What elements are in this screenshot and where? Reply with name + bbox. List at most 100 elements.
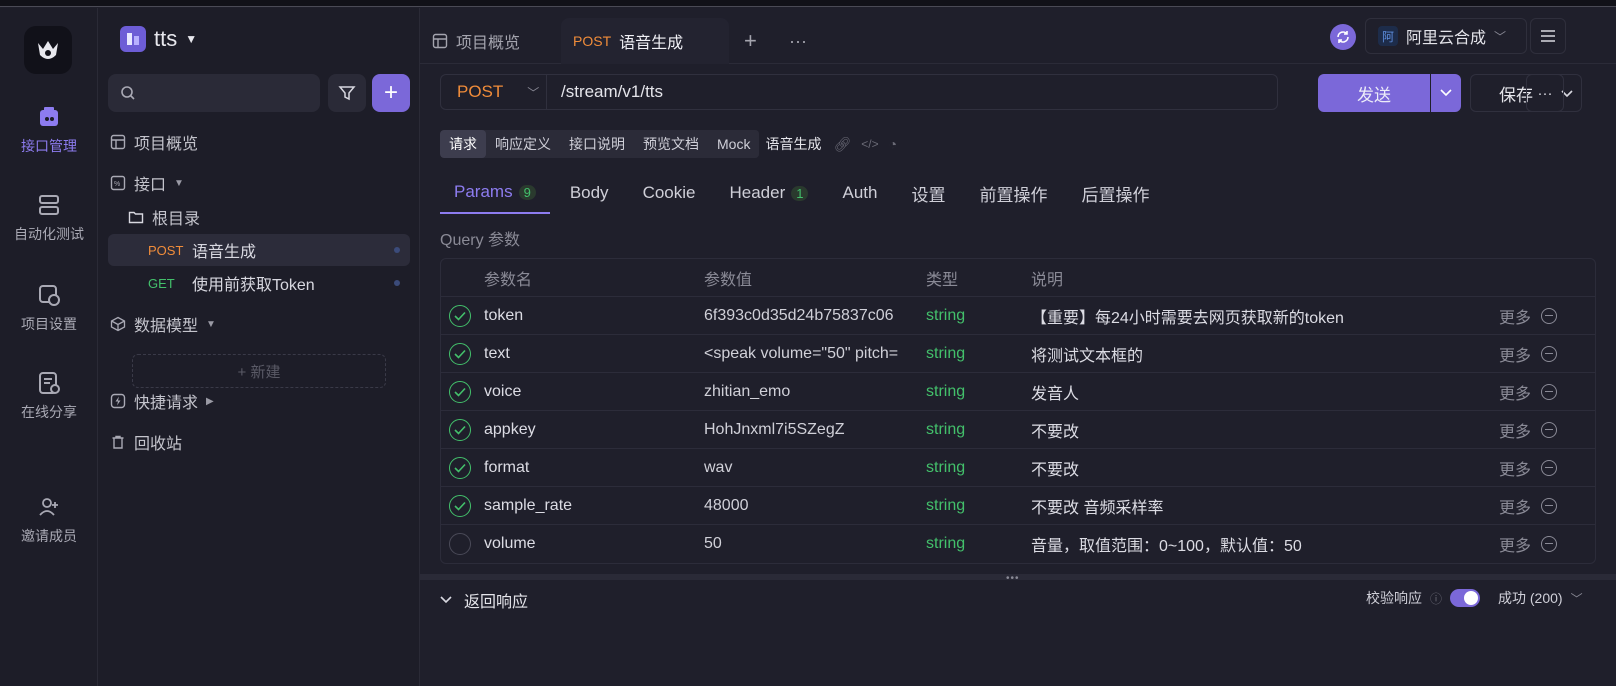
param-name[interactable]: sample_rate (484, 497, 572, 515)
remove-icon[interactable] (1541, 346, 1557, 362)
enable-checkbox[interactable] (449, 419, 471, 441)
verify-toggle[interactable] (1450, 589, 1481, 607)
more-link[interactable]: 更多 (1499, 418, 1531, 442)
param-desc[interactable]: 【重要】每24小时需要去网页获取新的token (1031, 304, 1344, 328)
param-name[interactable]: text (484, 345, 510, 363)
tab-params[interactable]: Params 9 (440, 172, 550, 214)
remove-icon[interactable] (1541, 308, 1557, 324)
param-name[interactable]: appkey (484, 421, 536, 439)
remove-icon[interactable] (1541, 422, 1557, 438)
remove-icon[interactable] (1541, 460, 1557, 476)
param-name[interactable]: volume (484, 535, 536, 553)
tab-cookie[interactable]: Cookie (629, 172, 710, 214)
tab-body[interactable]: Body (556, 172, 623, 214)
new-model-button[interactable]: + 新建 (132, 354, 386, 388)
param-name[interactable]: voice (484, 383, 521, 401)
param-desc[interactable]: 不要改 音频采样率 (1031, 494, 1163, 518)
remove-icon[interactable] (1541, 536, 1557, 552)
rail-item-automation[interactable]: 自动化测试 (0, 192, 98, 244)
tab-pre-script[interactable]: 前置操作 (965, 172, 1061, 214)
param-desc[interactable]: 不要改 (1031, 456, 1079, 480)
param-value[interactable]: 6f393c0d35d24b75837c06 (704, 307, 916, 325)
tab-settings[interactable]: 设置 (897, 172, 959, 214)
nav-overview[interactable]: 项目概览 (110, 130, 198, 154)
more-link[interactable]: 更多 (1499, 494, 1531, 518)
tab-overview[interactable]: 项目概览 (420, 18, 532, 64)
send-button[interactable]: 发送 (1318, 74, 1430, 112)
param-name[interactable]: format (484, 459, 529, 477)
seg-doc[interactable]: 接口说明 (560, 130, 634, 158)
tab-auth[interactable]: Auth (828, 172, 891, 214)
seg-mock[interactable]: Mock (708, 130, 760, 158)
enable-checkbox[interactable] (449, 381, 471, 403)
more-link[interactable]: 更多 (1499, 380, 1531, 404)
param-type[interactable]: string (926, 383, 965, 401)
link-icon[interactable]: 🔗︎ (833, 136, 851, 153)
nav-api[interactable]: % 接口 ▼ (110, 171, 184, 195)
tab-more-button[interactable]: ··· (777, 18, 819, 64)
search-input[interactable] (108, 74, 320, 112)
more-link[interactable]: 更多 (1499, 532, 1531, 556)
param-type[interactable]: string (926, 307, 965, 325)
project-switcher[interactable]: tts ▼ (120, 26, 197, 52)
param-value[interactable]: HohJnxml7i5SZegZ (704, 421, 916, 439)
rail-item-share[interactable]: 在线分享 (0, 370, 98, 422)
enable-checkbox[interactable] (449, 495, 471, 517)
new-tab-button[interactable]: + (732, 18, 769, 64)
sync-button[interactable] (1330, 24, 1356, 50)
enable-checkbox[interactable] (449, 457, 471, 479)
tree-item-token[interactable]: GET 使用前获取Token (108, 267, 410, 299)
send-dropdown-button[interactable] (1431, 74, 1461, 112)
more-link[interactable]: 更多 (1499, 456, 1531, 480)
nav-trash[interactable]: 回收站 (110, 430, 182, 454)
param-value[interactable]: wav (704, 459, 916, 477)
param-type[interactable]: string (926, 345, 965, 363)
filter-button[interactable] (328, 74, 366, 112)
enable-checkbox[interactable] (449, 533, 471, 555)
add-button[interactable]: + (372, 74, 410, 112)
seg-request[interactable]: 请求 (440, 130, 486, 158)
menu-button[interactable] (1530, 18, 1566, 54)
more-link[interactable]: 更多 (1499, 342, 1531, 366)
param-desc[interactable]: 不要改 (1031, 418, 1079, 442)
nav-data-model[interactable]: 数据模型 ▼ (110, 312, 216, 336)
tab-tts[interactable]: POST 语音生成 (561, 18, 729, 64)
param-type[interactable]: string (926, 459, 965, 477)
code-icon[interactable]: </> (861, 137, 878, 151)
remove-icon[interactable] (1541, 498, 1557, 514)
environment-selector[interactable]: 阿 阿里云合成 ﹀ (1365, 18, 1527, 54)
param-value[interactable]: <speak volume="50" pitch= (704, 345, 916, 363)
app-logo[interactable] (24, 26, 72, 74)
param-value[interactable]: 48000 (704, 497, 916, 515)
rail-item-invite[interactable]: 邀请成员 (0, 494, 98, 546)
param-type[interactable]: string (926, 497, 965, 515)
folder-root[interactable]: 根目录 (128, 205, 200, 229)
enable-checkbox[interactable] (449, 305, 471, 327)
seg-response[interactable]: 响应定义 (486, 130, 560, 158)
method-select[interactable]: POST ﹀ (441, 75, 547, 109)
more-button[interactable]: ··· (1526, 74, 1564, 112)
tab-post-script[interactable]: 后置操作 (1067, 172, 1163, 214)
tree-item-tts[interactable]: POST 语音生成 (108, 234, 410, 266)
remove-icon[interactable] (1541, 384, 1557, 400)
param-value[interactable]: 50 (704, 535, 916, 553)
param-desc[interactable]: 音量，取值范围：0~100，默认值：50 (1031, 532, 1302, 556)
param-type[interactable]: string (926, 535, 965, 553)
param-desc[interactable]: 将测试文本框的 (1031, 342, 1143, 366)
param-value[interactable]: zhitian_emo (704, 383, 916, 401)
more-link[interactable]: 更多 (1499, 304, 1531, 328)
response-section-toggle[interactable]: 返回响应 (440, 588, 528, 612)
history-icon[interactable]: ◔ (889, 136, 897, 152)
overview-icon (432, 33, 448, 49)
status-select[interactable]: 成功 (200) ﹀ (1498, 588, 1583, 608)
param-type[interactable]: string (926, 421, 965, 439)
nav-quick-request[interactable]: 快捷请求 ▶ (110, 389, 214, 413)
rail-item-api[interactable]: 接口管理 (0, 104, 98, 156)
enable-checkbox[interactable] (449, 343, 471, 365)
tab-header[interactable]: Header 1 (715, 172, 822, 214)
param-desc[interactable]: 发音人 (1031, 380, 1079, 404)
seg-preview[interactable]: 预览文档 (634, 130, 708, 158)
param-name[interactable]: token (484, 307, 523, 325)
rail-item-settings[interactable]: 项目设置 (0, 282, 98, 334)
url-input[interactable]: /stream/v1/tts (547, 82, 663, 102)
